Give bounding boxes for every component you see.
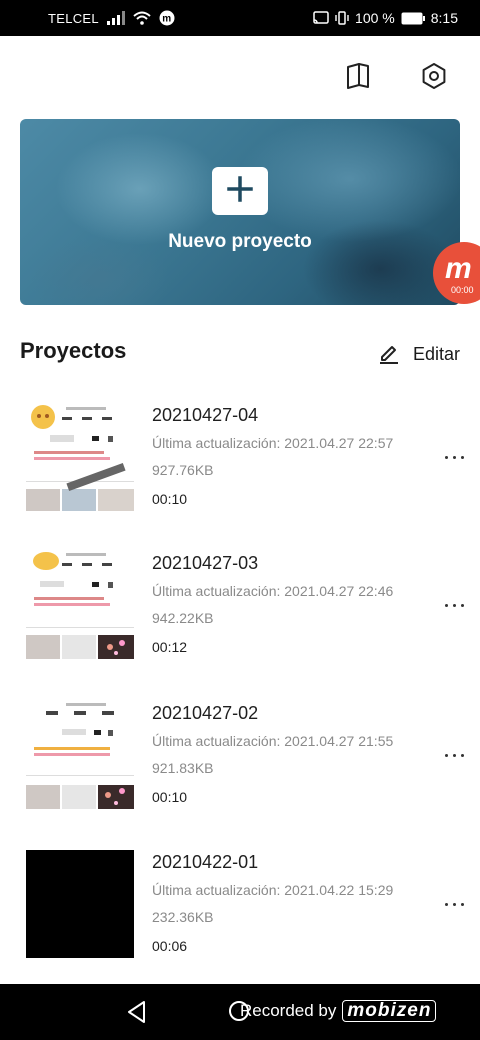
project-duration: 00:06 [152,938,188,954]
pencil-icon [377,340,401,369]
project-thumbnail [26,850,134,958]
more-dot-icon [444,753,448,757]
more-dot-icon [452,603,456,607]
recorder-logo: m [445,252,472,285]
gear-icon [420,62,448,95]
project-updated: Última actualización: 2021.04.27 22:46 [152,583,394,599]
watermark-brand: mobizen [342,1000,437,1022]
navigation-bar: Recorded by mobizen [0,984,480,1040]
projects-title: Proyectos [20,338,127,363]
project-item[interactable]: 20210427-02 Última actualización: 2021.0… [0,701,480,811]
project-name: 20210427-02 [152,703,259,723]
project-thumbnail [26,403,134,511]
project-item[interactable]: 20210427-03 Última actualización: 2021.0… [0,551,480,661]
more-options-button[interactable] [436,894,472,914]
edit-button[interactable]: Editar [377,340,460,369]
project-updated: Última actualización: 2021.04.27 22:57 [152,435,394,451]
project-size: 927.76KB [152,462,214,478]
guide-button[interactable] [338,58,378,98]
project-updated: Última actualización: 2021.04.22 15:29 [152,882,394,898]
cast-icon [313,11,329,25]
watermark-prefix: Recorded by [240,1001,337,1020]
project-updated: Última actualización: 2021.04.27 21:55 [152,733,394,749]
edit-label: Editar [412,344,460,364]
project-thumbnail [26,701,134,809]
add-project-button[interactable] [212,167,268,215]
clock: 8:15 [430,10,458,26]
more-options-button[interactable] [436,447,472,467]
plus-icon [227,175,253,207]
more-dot-icon [460,603,464,607]
project-thumbnail [26,551,134,659]
more-dot-icon [444,455,448,459]
new-project-card[interactable]: Nuevo proyecto [20,119,460,305]
project-item[interactable]: 20210427-04 Última actualización: 2021.0… [0,403,480,513]
signal-icon [106,11,125,25]
book-icon [345,62,371,95]
battery-percent: 100 % [355,10,395,26]
recorder-watermark: Recorded by mobizen [240,1000,437,1022]
svg-text:m: m [162,14,171,25]
project-size: 232.36KB [152,909,214,925]
more-options-button[interactable] [436,595,472,615]
recorder-timer: 00:00 [451,285,474,295]
more-dot-icon [460,753,464,757]
more-dot-icon [444,603,448,607]
project-name: 20210427-03 [152,553,259,573]
status-bar: TELCEL m 100 % 8:15 [0,0,480,36]
project-name: 20210422-01 [152,852,259,872]
more-dot-icon [444,902,448,906]
project-size: 921.83KB [152,760,214,776]
back-button[interactable] [124,998,150,1031]
more-dot-icon [452,753,456,757]
settings-button[interactable] [414,58,454,98]
battery-icon [401,12,425,25]
project-duration: 00:10 [152,491,188,507]
more-dot-icon [452,902,456,906]
project-name: 20210427-04 [152,405,259,425]
more-options-button[interactable] [436,745,472,765]
vibrate-icon [335,11,349,25]
project-duration: 00:12 [152,639,188,655]
more-dot-icon [452,455,456,459]
wifi-icon [133,11,151,25]
project-item[interactable]: 20210422-01 Última actualización: 2021.0… [0,850,480,960]
more-dot-icon [460,902,464,906]
project-size: 942.22KB [152,610,214,626]
carrier-label: TELCEL [48,10,99,26]
new-project-label: Nuevo proyecto [168,231,312,252]
mobizen-status-icon: m [159,10,175,26]
project-duration: 00:10 [152,789,188,805]
more-dot-icon [460,455,464,459]
top-actions [338,58,454,98]
